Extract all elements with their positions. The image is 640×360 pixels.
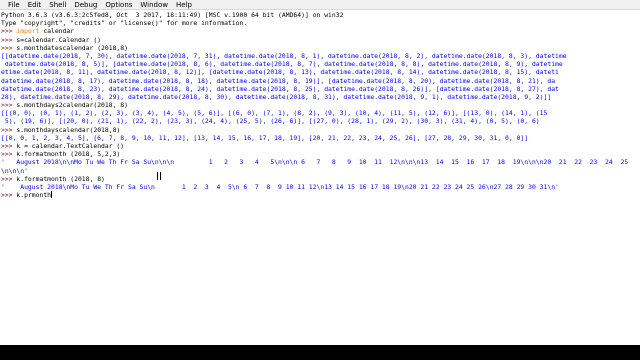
command-text: s.monthdatescalendar (2018,8)	[16, 43, 128, 52]
command-line: >>> k.formatmonth (2018, 8)	[1, 175, 640, 183]
output-line: etime.date(2018, 8, 11), datetime.date(2…	[1, 68, 559, 77]
menu-shell[interactable]: Shell	[45, 0, 70, 9]
command-line: >>> s.monthdatescalendar (2018,8)	[1, 44, 640, 52]
output-line: 28), datetime.date(2018, 8, 29), datetim…	[1, 92, 552, 101]
shell-text-area[interactable]: Python 3.6.3 (v3.6.3:2c5fed8, Oct 3 2017…	[0, 11, 640, 291]
prompt: >>>	[1, 101, 17, 110]
prompt: >>>	[1, 150, 17, 159]
prompt: >>>	[1, 125, 17, 134]
command-text: s.monthdayscalendar(2018,8)	[16, 125, 121, 134]
output-line: ' August 2018\n\nMo Tu We Th Fr Sa Su\n\…	[1, 158, 629, 167]
menu-window[interactable]: Window	[136, 0, 172, 9]
banner-line: Python 3.6.3 (v3.6.3:2c5fed8, Oct 3 2017…	[1, 11, 344, 19]
command-line: >>> k.formatmonth (2018, 5,2,3)	[1, 150, 640, 158]
menu-file[interactable]: File	[4, 0, 24, 9]
menu-debug[interactable]: Debug	[70, 0, 101, 9]
command-line: >>> import calendar	[1, 27, 640, 35]
command-line: >>> k.prmonth	[1, 191, 640, 199]
output-line: \n\n\n'	[1, 166, 28, 175]
command-line: >>> k = calendar.TextCalendar ()	[1, 142, 640, 150]
command-text: k.prmonth	[16, 191, 52, 200]
prompt: >>>	[1, 27, 17, 36]
bottom-black-strip	[0, 345, 640, 360]
prompt: >>>	[1, 43, 17, 52]
command-text: k.formatmonth (2018, 5,2,3)	[16, 150, 121, 159]
menu-help[interactable]: Help	[172, 0, 196, 9]
menu-options[interactable]: Options	[101, 0, 136, 9]
prompt: >>>	[1, 191, 17, 200]
command-text: k = calendar.TextCalendar ()	[16, 142, 125, 150]
output-line: [[0, 0, 1, 2, 3, 4, 5], [6, 7, 8, 9, 10,…	[1, 133, 529, 142]
command-text: s=calendar.Calendar ()	[16, 35, 102, 44]
output-line: ' August 2018\nMo Tu We Th Fr Sa Su\n 1 …	[1, 182, 559, 191]
output-line: [[datetime.date(2018, 7, 30), datetime.d…	[1, 51, 567, 60]
command-line: >>> s=calendar.Calendar ()	[1, 36, 640, 44]
output-line: datetime.date(2018, 8, 23), datetime.dat…	[1, 84, 559, 93]
command-text: calendar	[39, 27, 75, 36]
keyword: import	[16, 27, 40, 36]
text-caret	[51, 191, 53, 199]
output-line: [[(0, 0), (0, 1), (1, 2), (2, 3), (3, 4)…	[1, 109, 548, 118]
menu-bar: File Edit Shell Debug Options Window Hel…	[0, 0, 640, 10]
output-line: datetime.date(2018, 8, 5)], [datetime.da…	[1, 60, 563, 69]
i-beam-cursor-icon	[157, 172, 161, 180]
prompt: >>>	[1, 35, 17, 44]
idle-shell-window: File Edit Shell Debug Options Window Hel…	[0, 0, 640, 360]
command-text: k.formatmonth (2018, 8)	[16, 174, 105, 183]
output-line: datetime.date(2018, 8, 17), datetime.dat…	[1, 76, 556, 85]
banner-line: Type "copyright", "credits" or "license(…	[1, 19, 248, 28]
prompt: >>>	[1, 174, 17, 183]
menu-edit[interactable]: Edit	[24, 0, 46, 9]
command-line: >>> s.monthdayscalendar(2018,8)	[1, 126, 640, 134]
command-text: s.monthdays2calendar(2018, 8)	[16, 101, 128, 110]
command-line: >>> s.monthdays2calendar(2018, 8)	[1, 101, 640, 109]
prompt: >>>	[1, 142, 17, 150]
output-line: 5), (19, 6)], [(20, 0), (21, 1), (22, 2)…	[1, 117, 540, 126]
